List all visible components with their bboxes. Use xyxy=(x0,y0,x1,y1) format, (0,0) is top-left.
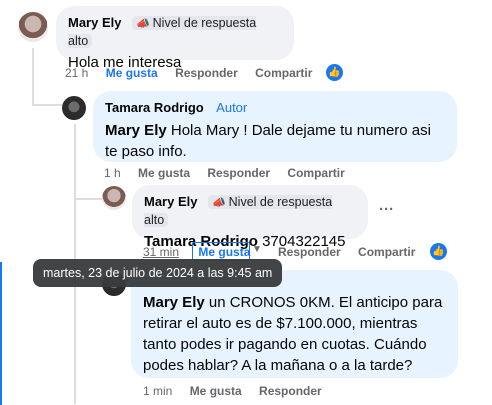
comment-text: Mary Ely Hola Mary ! Dale dejame tu nume… xyxy=(105,120,445,162)
more-options-icon[interactable]: ··· xyxy=(379,201,394,218)
comment-actions: 1 h Me gusta Responder Compartir xyxy=(104,166,359,180)
reply-button[interactable]: Responder xyxy=(175,66,238,80)
comment-actions: 1 min Me gusta Responder xyxy=(143,384,336,398)
like-button[interactable]: Me gusta xyxy=(138,166,190,180)
comment-time[interactable]: 21 h xyxy=(65,66,88,80)
caret-down-icon[interactable]: ▼ xyxy=(252,244,262,255)
comment-author[interactable]: Mary Ely xyxy=(144,194,197,209)
thumbs-up-icon[interactable]: 👍 xyxy=(326,64,343,81)
thread-line xyxy=(0,262,2,405)
author-tag: Autor xyxy=(216,100,248,115)
timestamp-tooltip: martes, 23 de julio de 2024 a las 9:45 a… xyxy=(33,259,283,287)
comment-bubble: Mary Ely 📣 Nivel de respuesta alto Hola m… xyxy=(56,6,294,71)
comment-author[interactable]: Mary Ely xyxy=(68,15,121,30)
avatar[interactable] xyxy=(102,186,126,210)
share-button[interactable]: Compartir xyxy=(287,166,344,180)
comment-bubble: Mary Ely 📣 Nivel de respuesta alto Tamara… xyxy=(132,185,368,250)
like-button[interactable]: Me gusta xyxy=(190,384,242,398)
comment-time[interactable]: 1 min xyxy=(143,384,172,398)
comment-bubble: Tamara Rodrigo Autor Mary Ely Hola Mary … xyxy=(93,91,457,162)
comment-author[interactable]: Tamara Rodrigo xyxy=(105,100,204,115)
avatar[interactable] xyxy=(62,96,86,120)
thread-line xyxy=(32,48,34,106)
thread-line xyxy=(32,104,62,106)
reply-button[interactable]: Responder xyxy=(278,245,341,259)
like-button[interactable]: Me gusta xyxy=(106,66,158,80)
mention[interactable]: Mary Ely xyxy=(143,294,205,311)
mention[interactable]: Mary Ely xyxy=(105,122,167,139)
comment-time[interactable]: 1 h xyxy=(104,166,121,180)
thread-line xyxy=(74,198,102,200)
comment-actions: 21 h Me gusta Responder Compartir xyxy=(65,66,326,80)
reply-button[interactable]: Responder xyxy=(259,384,322,398)
comment-time[interactable]: 31 min xyxy=(143,245,179,259)
reply-button[interactable]: Responder xyxy=(207,166,270,180)
avatar[interactable] xyxy=(18,12,48,42)
share-button[interactable]: Compartir xyxy=(358,245,415,259)
megaphone-icon: 📣 xyxy=(211,197,226,209)
comment-text: Mary Ely un CRONOS 0KM. El anticipo para… xyxy=(143,292,446,376)
comment-actions: Responder Compartir xyxy=(278,245,429,259)
thumbs-up-icon[interactable]: 👍 xyxy=(430,243,447,260)
share-button[interactable]: Compartir xyxy=(255,66,312,80)
megaphone-icon: 📣 xyxy=(135,18,150,30)
